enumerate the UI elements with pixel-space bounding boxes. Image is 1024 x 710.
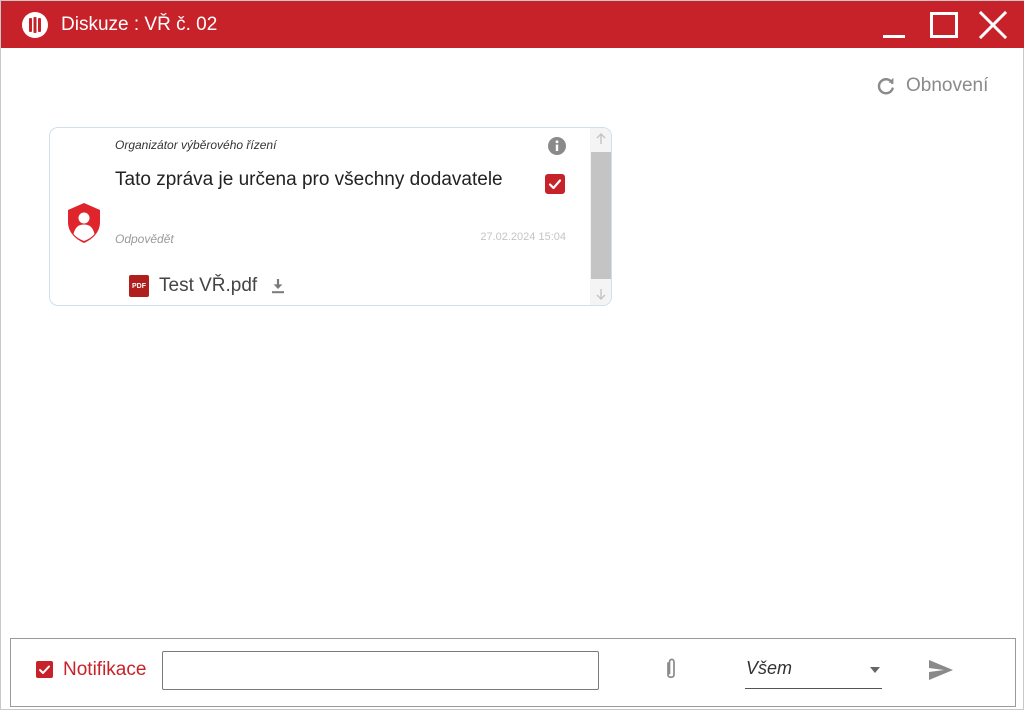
send-icon[interactable] [927, 657, 955, 683]
minimize-button[interactable] [877, 7, 913, 43]
close-button[interactable] [974, 7, 1010, 43]
refresh-icon [877, 77, 894, 95]
paperclip-icon[interactable] [660, 657, 682, 683]
message-card: Organizátor výběrového řízení Tato zpráv… [49, 127, 612, 306]
attachment-name[interactable]: Test VŘ.pdf [159, 275, 257, 297]
window-title: Diskuze : VŘ č. 02 [61, 14, 218, 35]
attachment-item: PDF Test VŘ.pdf [129, 272, 287, 300]
checkmark-icon [548, 179, 562, 190]
refresh-button[interactable]: Obnovení [875, 73, 988, 99]
message-scrollbar[interactable] [590, 128, 612, 305]
info-icon[interactable] [547, 136, 567, 156]
user-shield-icon [68, 203, 100, 243]
message-sender: Organizátor výběrového řízení [115, 138, 277, 152]
notification-label[interactable]: Notifikace [63, 659, 146, 681]
message-text: Tato zpráva je určena pro všechny dodava… [115, 169, 503, 190]
recipient-value: Všem [746, 658, 793, 678]
discussion-window: Diskuze : VŘ č. 02 Obnovení Organizátor … [0, 0, 1024, 710]
checkmark-icon [39, 665, 50, 674]
message-checkbox[interactable] [545, 174, 565, 194]
download-icon[interactable] [269, 277, 287, 295]
recipient-select[interactable]: Všem [745, 655, 882, 689]
app-logo-icon [22, 12, 48, 38]
refresh-label: Obnovení [906, 75, 989, 96]
scroll-up-arrow-icon[interactable] [590, 128, 612, 150]
scrollbar-thumb[interactable] [591, 152, 611, 279]
composer-bar: Notifikace Všem [10, 638, 1016, 707]
chevron-down-icon [870, 667, 880, 673]
title-bar: Diskuze : VŘ č. 02 [1, 1, 1024, 48]
scroll-down-arrow-icon[interactable] [590, 283, 612, 305]
maximize-button[interactable] [925, 7, 961, 43]
pdf-file-icon: PDF [129, 275, 149, 297]
message-input[interactable] [162, 651, 599, 690]
reply-link[interactable]: Odpovědět [115, 232, 174, 246]
notification-checkbox[interactable] [36, 661, 53, 678]
message-timestamp: 27.02.2024 15:04 [480, 231, 566, 243]
